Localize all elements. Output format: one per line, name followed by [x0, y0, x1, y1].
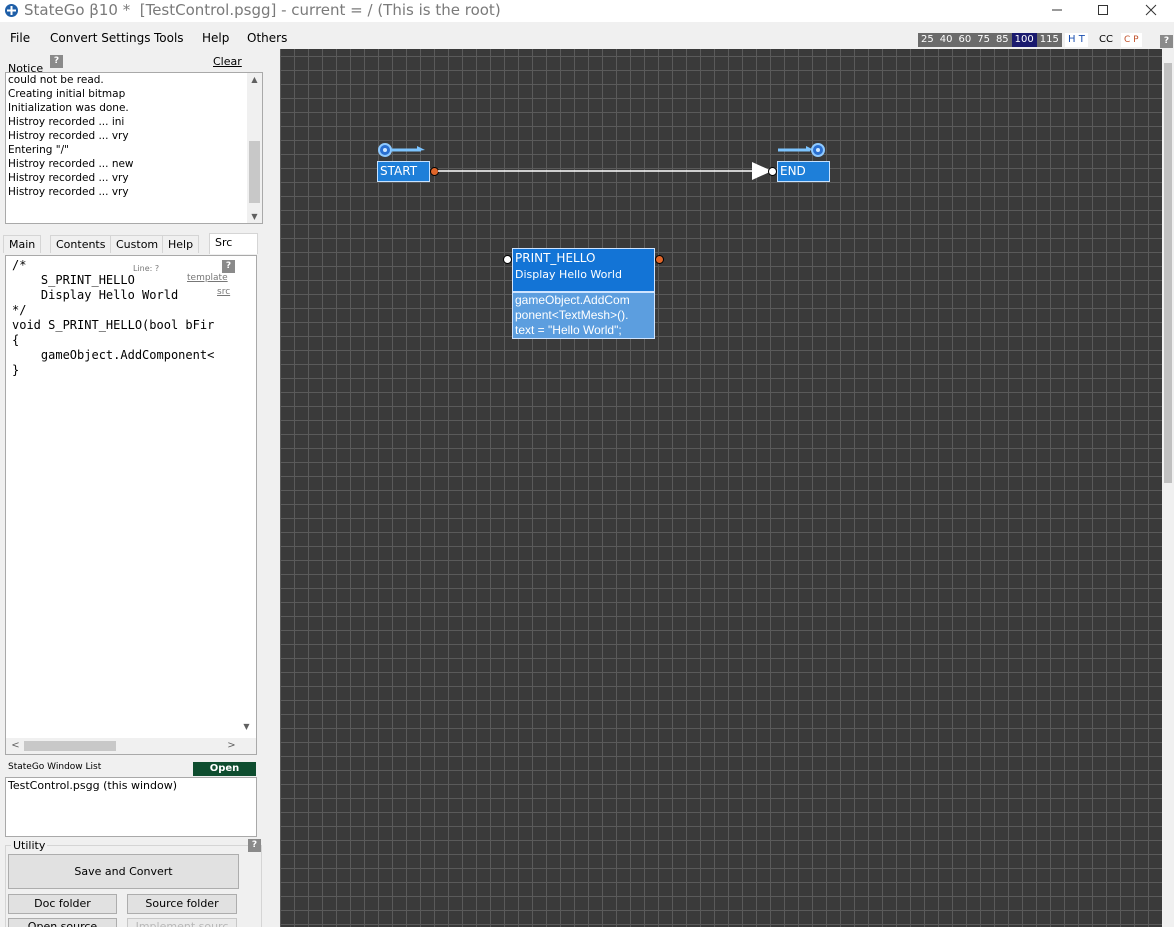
- zoom-40[interactable]: 40: [936, 33, 956, 47]
- code-line: gameObject.AddCom: [515, 293, 630, 307]
- scroll-thumb[interactable]: [249, 141, 260, 203]
- code-line: {: [12, 333, 20, 347]
- scroll-down-icon[interactable]: ▼: [247, 212, 262, 221]
- source-view[interactable]: /* S_PRINT_HELLO Display Hello World */ …: [5, 255, 257, 755]
- notice-scrollbar[interactable]: ▲ ▼: [247, 73, 262, 223]
- menu-others[interactable]: Others: [247, 28, 287, 48]
- start-marker-icon: [378, 143, 425, 157]
- end-input-port[interactable]: [768, 167, 777, 176]
- template-link[interactable]: template: [187, 273, 228, 283]
- menu-bar: File Convert Settings Tools Help Others: [0, 28, 300, 48]
- menu-help[interactable]: Help: [202, 28, 229, 48]
- notice-line: could not be read.: [8, 74, 104, 86]
- zoom-100[interactable]: 100: [1011, 33, 1037, 47]
- window-title: StateGo β10 * [TestControl.psgg] - curre…: [24, 1, 501, 19]
- scroll-thumb[interactable]: [24, 741, 116, 751]
- zoom-115[interactable]: 115: [1036, 33, 1062, 47]
- print-hello-input-port[interactable]: [503, 255, 512, 264]
- save-and-convert-button[interactable]: Save and Convert: [8, 854, 239, 889]
- code-line: /*: [12, 258, 27, 272]
- code-line: Display Hello World: [12, 288, 179, 302]
- minimize-button[interactable]: [1034, 0, 1080, 22]
- code-line: }: [12, 363, 20, 377]
- notice-line: Histroy recorded ... vry: [8, 172, 129, 184]
- menu-file[interactable]: File: [10, 28, 30, 48]
- scroll-right-icon[interactable]: >: [224, 740, 239, 751]
- zoom-85[interactable]: 85: [992, 33, 1012, 47]
- end-state-name: END: [780, 164, 806, 178]
- src-help-icon[interactable]: ?: [222, 260, 235, 273]
- code-line: gameObject.AddComponent<: [12, 348, 215, 362]
- maximize-icon: [1098, 5, 1108, 15]
- print-hello-state[interactable]: PRINT_HELLO Display Hello World: [512, 248, 655, 292]
- open-source-button[interactable]: Open source: [8, 918, 117, 927]
- notice-line: Histroy recorded ... vry: [8, 130, 129, 142]
- print-hello-output-port[interactable]: [655, 255, 664, 264]
- tab-custom[interactable]: Custom: [110, 235, 165, 253]
- state-canvas[interactable]: START END PRINT_HELLO Display Hello Worl…: [280, 49, 1162, 927]
- scroll-left-icon[interactable]: <: [8, 740, 23, 751]
- tab-contents[interactable]: Contents: [50, 235, 112, 253]
- canvas-scrollbar[interactable]: [1162, 49, 1174, 927]
- menu-convert-settings[interactable]: Convert Settings: [50, 28, 150, 48]
- property-tabs: Main Contents Custom Help Src: [3, 233, 258, 254]
- src-link[interactable]: src: [217, 287, 230, 297]
- doc-folder-button[interactable]: Doc folder: [8, 894, 117, 914]
- source-hscrollbar[interactable]: < >: [6, 738, 256, 754]
- utility-label: Utility: [11, 839, 48, 852]
- stateg-logo-icon: [5, 4, 18, 17]
- ht-toggle[interactable]: H T: [1065, 33, 1088, 47]
- code-line: */: [12, 303, 27, 317]
- line-info: Line: ?: [133, 264, 160, 273]
- cc-toggle[interactable]: CC: [1097, 33, 1115, 47]
- title-bar: StateGo β10 * [TestControl.psgg] - curre…: [0, 0, 1174, 22]
- end-state[interactable]: END: [777, 161, 830, 182]
- print-hello-code[interactable]: gameObject.AddCom ponent<TextMesh>(). te…: [512, 292, 655, 339]
- zoom-level-bar: 25 40 60 75 85 100 115: [918, 33, 1062, 47]
- code-line: ponent<TextMesh>().: [515, 308, 629, 322]
- notice-log[interactable]: could not be read. Creating initial bitm…: [5, 72, 263, 224]
- zoom-25[interactable]: 25: [918, 33, 937, 47]
- stateg-app-window: StateGo β10 * [TestControl.psgg] - curre…: [0, 0, 1174, 927]
- clear-link[interactable]: Clear: [213, 55, 242, 68]
- tab-help[interactable]: Help: [162, 235, 200, 253]
- start-state[interactable]: START: [377, 161, 430, 182]
- tab-main[interactable]: Main: [3, 235, 42, 253]
- utility-help-icon[interactable]: ?: [248, 839, 261, 852]
- notice-line: Histroy recorded ... vry: [8, 186, 129, 198]
- source-folder-button[interactable]: Source folder: [127, 894, 237, 914]
- close-icon: [1145, 4, 1157, 16]
- window-list-label: StateGo Window List: [8, 762, 102, 772]
- scroll-up-icon[interactable]: ▲: [247, 75, 262, 84]
- maximize-button[interactable]: [1080, 0, 1126, 22]
- scroll-down-icon[interactable]: ▼: [239, 722, 254, 731]
- tab-src[interactable]: Src: [209, 233, 258, 254]
- zoom-75[interactable]: 75: [974, 33, 993, 47]
- print-hello-name: PRINT_HELLO: [515, 251, 596, 265]
- transition-arrow[interactable]: [438, 160, 778, 182]
- cp-toggle[interactable]: C P: [1121, 33, 1142, 47]
- code-line: text = "Hello World";: [515, 323, 622, 337]
- list-item[interactable]: TestControl.psgg (this window): [6, 778, 256, 794]
- menu-tools[interactable]: Tools: [154, 28, 184, 48]
- end-marker-icon: [778, 143, 825, 157]
- code-line: void S_PRINT_HELLO(bool bFir: [12, 318, 215, 332]
- notice-line: Initialization was done.: [8, 102, 129, 114]
- notice-line: Histroy recorded ... ini: [8, 116, 125, 128]
- start-state-name: START: [380, 164, 418, 178]
- minimize-icon: [1052, 9, 1062, 11]
- window-list[interactable]: TestControl.psgg (this window): [5, 777, 257, 837]
- close-button[interactable]: [1128, 0, 1174, 22]
- print-hello-comment: Display Hello World: [515, 268, 622, 281]
- canvas-help-icon[interactable]: ?: [1160, 35, 1173, 48]
- notice-help-icon[interactable]: ?: [50, 55, 63, 68]
- zoom-60[interactable]: 60: [955, 33, 975, 47]
- implement-source-button[interactable]: Implement sourc: [127, 918, 237, 927]
- notice-line: Entering "/": [8, 144, 69, 156]
- code-line: S_PRINT_HELLO: [12, 273, 135, 287]
- notice-line: Creating initial bitmap: [8, 88, 126, 100]
- open-button[interactable]: Open: [193, 762, 256, 776]
- notice-line: Histroy recorded ... new: [8, 158, 134, 170]
- scroll-thumb[interactable]: [1164, 63, 1172, 483]
